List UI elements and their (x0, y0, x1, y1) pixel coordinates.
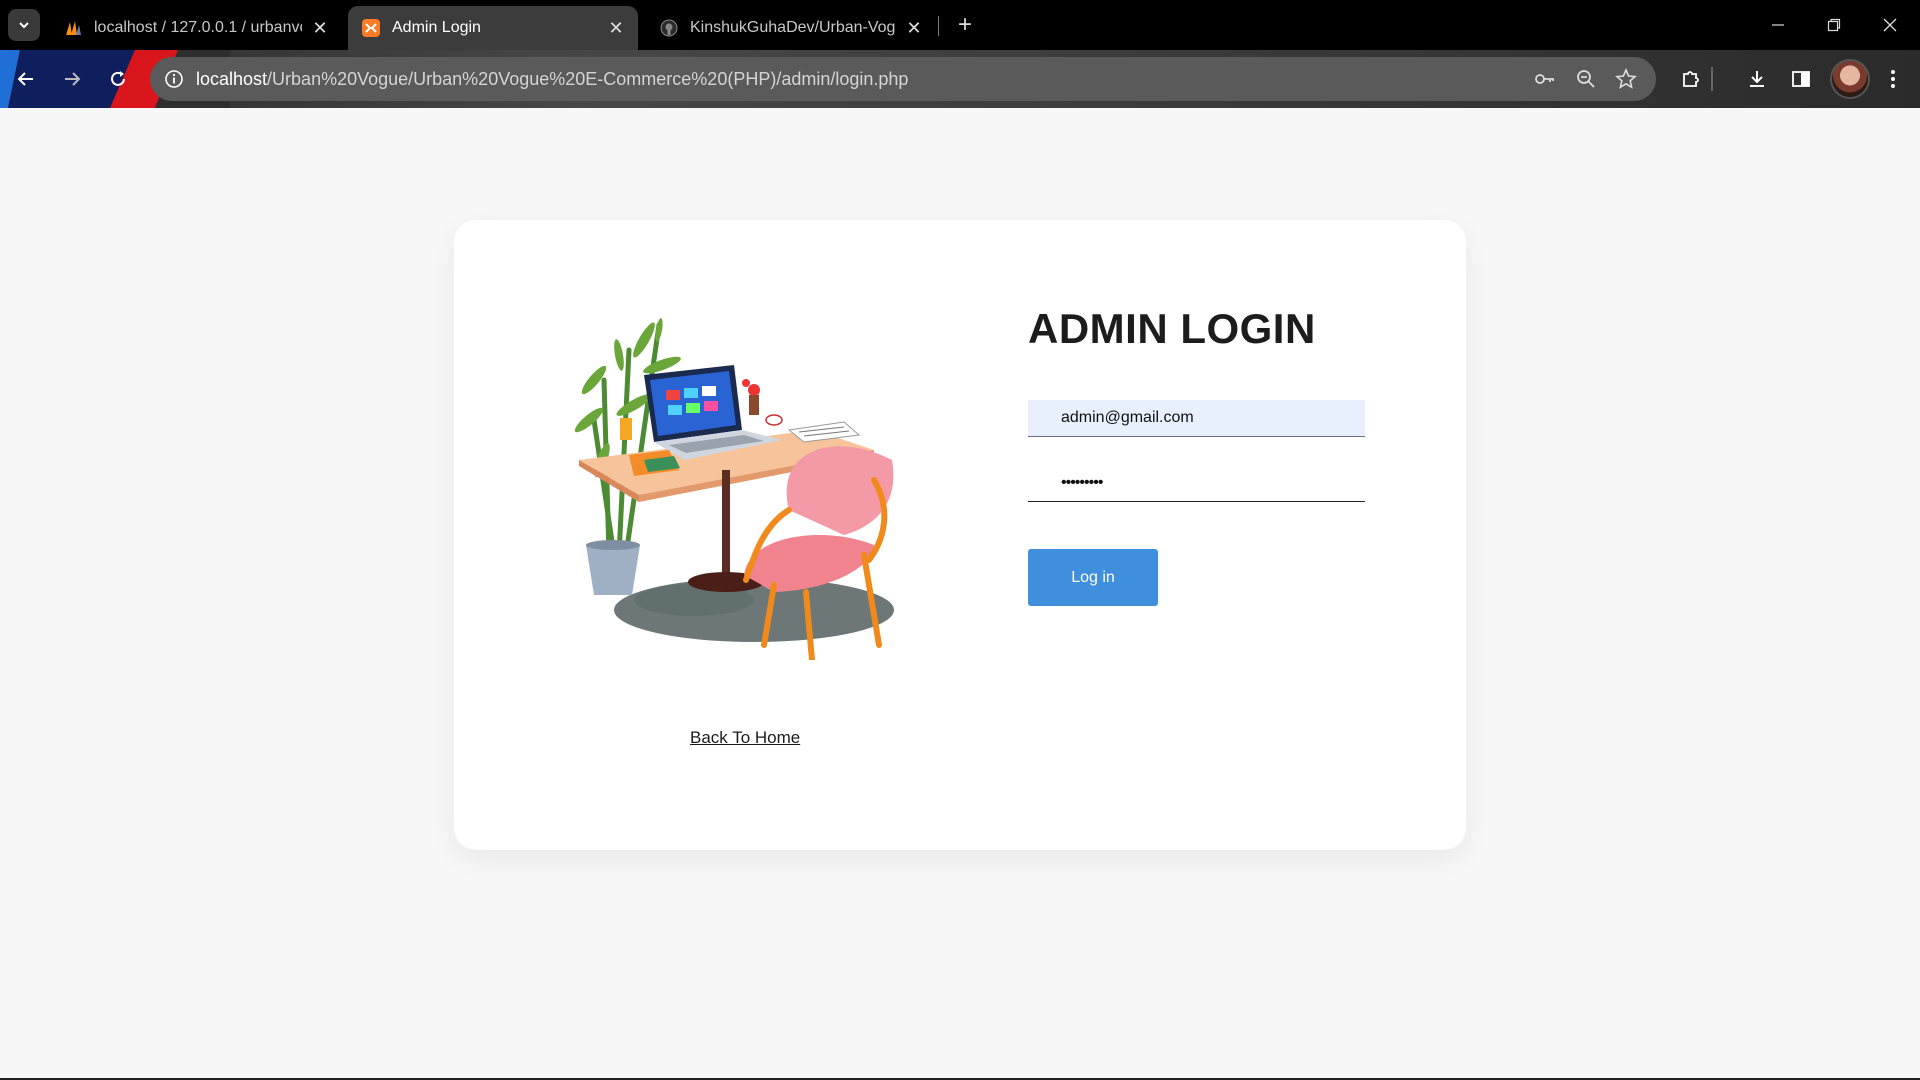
phpmyadmin-icon (64, 19, 82, 37)
bookmark-star-icon[interactable] (1612, 65, 1640, 93)
close-tab-icon[interactable]: ✕ (904, 18, 924, 39)
new-tab-button[interactable]: + (950, 10, 980, 40)
menu-button[interactable] (1877, 63, 1909, 95)
password-key-icon[interactable] (1531, 65, 1559, 93)
close-tab-icon[interactable]: ✕ (310, 18, 330, 39)
tab-phpmyadmin[interactable]: localhost / 127.0.0.1 / urbanvogue ✕ (50, 6, 342, 50)
password-field[interactable] (1028, 464, 1365, 502)
more-vertical-icon (1891, 70, 1895, 88)
restore-button[interactable] (1806, 0, 1862, 50)
chevron-down-icon (19, 22, 29, 29)
puzzle-icon (1683, 71, 1699, 87)
side-panel-button[interactable] (1785, 63, 1817, 95)
back-button[interactable] (10, 63, 42, 95)
tab-github[interactable]: KinshukGuhaDev/Urban-Vogue ✕ (646, 6, 936, 50)
tab-title: localhost / 127.0.0.1 / urbanvogue (94, 19, 302, 36)
close-icon (1883, 18, 1897, 32)
arrow-left-icon (17, 72, 33, 86)
url-path: /Urban%20Vogue/Urban%20Vogue%20E-Commerc… (267, 68, 909, 89)
url-text[interactable]: localhost/Urban%20Vogue/Urban%20Vogue%20… (196, 69, 908, 90)
extensions-button[interactable] (1675, 63, 1707, 95)
tab-admin-login[interactable]: Admin Login ✕ (348, 6, 638, 50)
desk-illustration (574, 318, 894, 660)
info-icon[interactable] (160, 65, 188, 93)
xampp-icon (362, 19, 380, 37)
tab-search-button[interactable] (8, 9, 40, 41)
back-to-home-link[interactable]: Back To Home (690, 728, 800, 748)
forward-button[interactable] (56, 63, 88, 95)
url-host: localhost (196, 68, 268, 89)
reload-button[interactable] (102, 63, 134, 95)
login-button[interactable]: Log in (1028, 549, 1158, 606)
toolbar-divider (1711, 67, 1713, 91)
arrow-right-icon (65, 72, 81, 86)
zoom-icon[interactable] (1572, 65, 1600, 93)
browser-tab-strip: localhost / 127.0.0.1 / urbanvogue ✕ Adm… (0, 0, 1920, 50)
download-icon (1750, 71, 1764, 87)
browser-toolbar: localhost/Urban%20Vogue/Urban%20Vogue%20… (0, 50, 1920, 108)
minimize-button[interactable] (1750, 0, 1806, 50)
tab-title: KinshukGuhaDev/Urban-Vogue (690, 19, 896, 36)
close-tab-icon[interactable]: ✕ (606, 18, 626, 39)
page-content: Back To Home ADMIN LOGIN Log in (0, 108, 1920, 1078)
reload-icon (111, 71, 125, 86)
tab-separator (938, 16, 939, 36)
side-panel-icon (1792, 71, 1810, 87)
profile-avatar[interactable] (1830, 59, 1870, 99)
downloads-button[interactable] (1741, 63, 1773, 95)
email-field[interactable] (1028, 400, 1365, 437)
minimize-icon (1772, 24, 1784, 26)
login-card: Back To Home ADMIN LOGIN Log in (454, 220, 1466, 850)
page-title: ADMIN LOGIN (1028, 305, 1316, 352)
restore-icon (1827, 18, 1841, 32)
tab-title: Admin Login (392, 19, 481, 36)
close-window-button[interactable] (1862, 0, 1918, 50)
github-icon (660, 19, 678, 37)
address-bar[interactable]: localhost/Urban%20Vogue/Urban%20Vogue%20… (150, 57, 1656, 101)
